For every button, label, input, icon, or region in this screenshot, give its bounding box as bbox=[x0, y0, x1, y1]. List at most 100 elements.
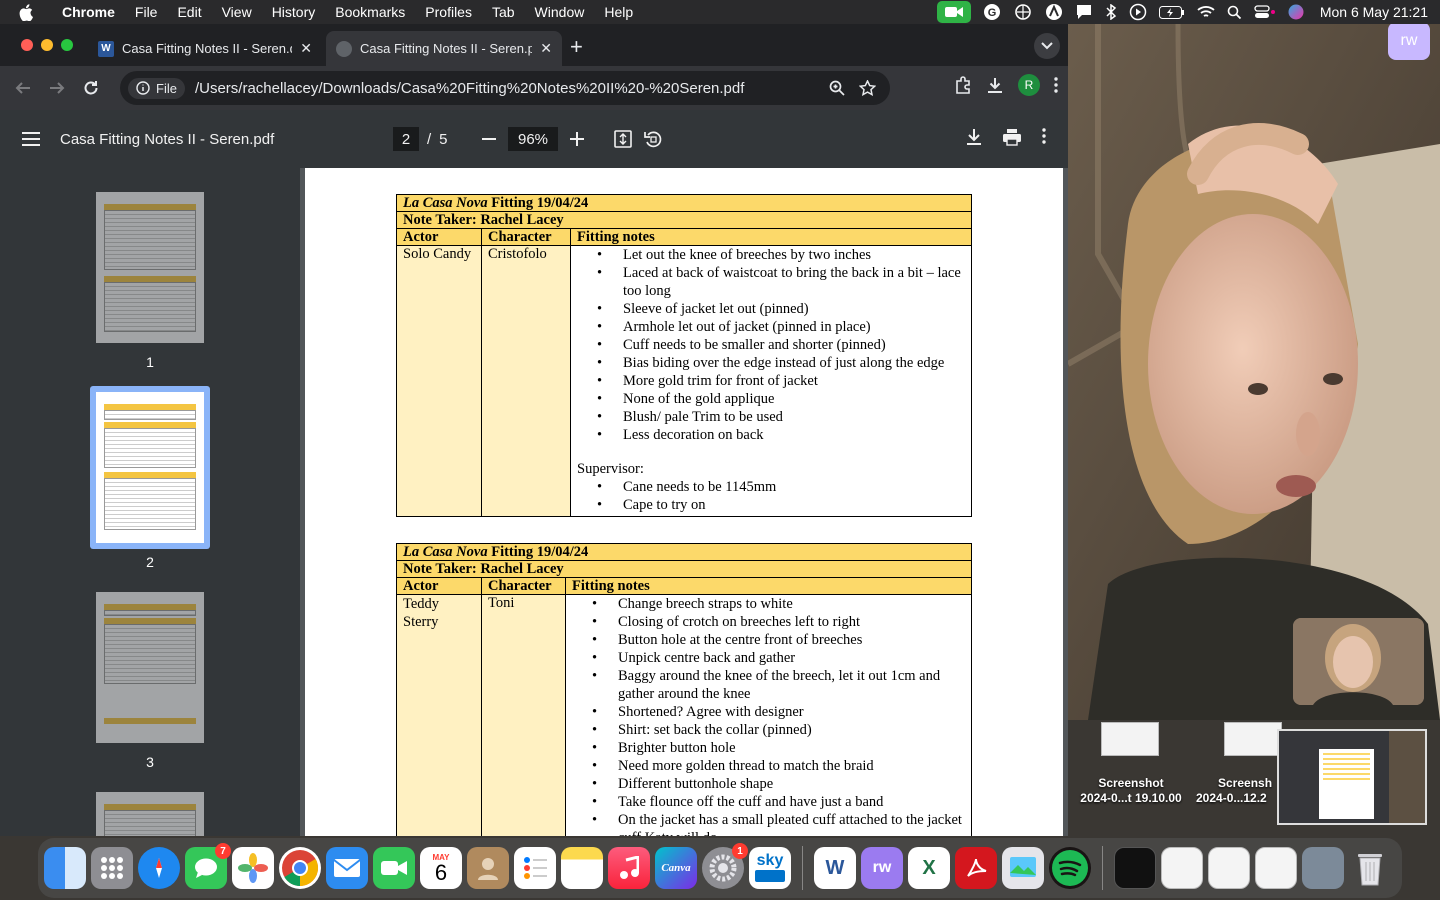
window-minimize-button[interactable] bbox=[41, 39, 53, 51]
control-center-icon[interactable] bbox=[1254, 5, 1276, 19]
menu-clock[interactable]: Mon 6 May 21:21 bbox=[1320, 4, 1428, 20]
page-number-input[interactable]: 2 bbox=[393, 127, 419, 151]
grammarly-icon[interactable]: G bbox=[983, 3, 1001, 21]
site-info-chip[interactable]: File bbox=[128, 77, 185, 99]
facetime-video-indicator-icon[interactable] bbox=[936, 1, 971, 23]
dock-rw-icon[interactable]: rw bbox=[861, 847, 903, 889]
sidebar-menu-icon[interactable] bbox=[22, 132, 40, 146]
page-thumbnail-selected[interactable] bbox=[96, 392, 204, 543]
back-arrow-icon[interactable] bbox=[6, 80, 40, 96]
bluetooth-icon[interactable] bbox=[1105, 4, 1117, 20]
bookmark-star-icon[interactable] bbox=[859, 80, 876, 96]
menu-view[interactable]: View bbox=[212, 4, 262, 20]
zoom-level-input[interactable]: 96% bbox=[508, 127, 558, 151]
page-thumbnail[interactable] bbox=[96, 592, 204, 743]
zoom-in-plus-icon[interactable] bbox=[570, 132, 584, 146]
menu-window[interactable]: Window bbox=[525, 4, 595, 20]
tab-close-icon[interactable]: ✕ bbox=[300, 40, 312, 57]
zoom-out-minus-icon[interactable] bbox=[482, 132, 496, 146]
dock-safari-icon[interactable] bbox=[138, 847, 180, 889]
tab-pdf-document[interactable]: Casa Fitting Notes II - Seren.p ✕ bbox=[326, 31, 562, 66]
tab-strip: W Casa Fitting Notes II - Seren.d ✕ Casa… bbox=[0, 24, 1068, 66]
reload-icon[interactable] bbox=[74, 80, 108, 96]
pdf-download-icon[interactable] bbox=[966, 128, 982, 146]
pdf-title: Casa Fitting Notes II - Seren.pdf bbox=[60, 130, 275, 148]
dock-system-settings-icon[interactable]: 1 bbox=[702, 843, 748, 889]
tab-word-document[interactable]: W Casa Fitting Notes II - Seren.d ✕ bbox=[88, 31, 322, 66]
profile-avatar[interactable]: R bbox=[1018, 74, 1040, 96]
rotate-icon[interactable] bbox=[644, 130, 662, 148]
screenshot-file-icon[interactable] bbox=[1101, 722, 1159, 756]
tab-search-chevron-icon[interactable] bbox=[1034, 33, 1060, 59]
chrome-menu-kebab-icon[interactable] bbox=[1054, 77, 1058, 93]
dock-recent-photo-icon[interactable] bbox=[1302, 847, 1344, 889]
address-bar[interactable]: File /Users/rachellacey/Downloads/Casa%2… bbox=[120, 71, 890, 105]
dock-photos-icon[interactable] bbox=[232, 847, 274, 889]
network-monitor-icon[interactable] bbox=[1013, 4, 1033, 20]
tab-title: Casa Fitting Notes II - Seren.p bbox=[360, 41, 533, 56]
now-playing-icon[interactable] bbox=[1129, 3, 1147, 21]
dock-excel-icon[interactable]: X bbox=[908, 847, 950, 889]
siri-icon[interactable] bbox=[1288, 4, 1304, 20]
wifi-icon[interactable] bbox=[1197, 5, 1215, 19]
dock-finder-icon[interactable] bbox=[44, 847, 86, 889]
dock-trash-icon[interactable] bbox=[1349, 847, 1391, 889]
dock-mail-icon[interactable] bbox=[326, 847, 368, 889]
vpn-icon[interactable] bbox=[1045, 3, 1063, 21]
zoom-magnifier-icon[interactable] bbox=[829, 80, 845, 96]
dock-facetime-icon[interactable] bbox=[373, 847, 415, 889]
video-frame-image bbox=[1068, 24, 1440, 720]
dock-preview-icon[interactable] bbox=[1002, 847, 1044, 889]
dock-recent-pdf-icon[interactable] bbox=[1208, 847, 1250, 889]
dock-recent-file-icon[interactable] bbox=[1255, 847, 1297, 889]
self-view-thumbnail[interactable] bbox=[1293, 618, 1424, 705]
dock-spotify-icon[interactable] bbox=[1049, 847, 1091, 889]
menu-file[interactable]: File bbox=[125, 4, 168, 20]
pdf-more-kebab-icon[interactable] bbox=[1042, 128, 1046, 146]
menu-profiles[interactable]: Profiles bbox=[415, 4, 482, 20]
download-icon[interactable] bbox=[986, 76, 1004, 94]
battery-icon[interactable] bbox=[1158, 5, 1185, 19]
dock-contacts-icon[interactable] bbox=[467, 847, 509, 889]
screenshot-preview-thumbnail[interactable] bbox=[1277, 729, 1427, 825]
rw-app-badge[interactable]: rw bbox=[1388, 22, 1430, 60]
menu-history[interactable]: History bbox=[262, 4, 326, 20]
dock-recent-document-icon[interactable] bbox=[1161, 847, 1203, 889]
apple-menu-icon[interactable] bbox=[0, 3, 52, 21]
tab-close-icon[interactable]: ✕ bbox=[540, 40, 552, 57]
print-icon[interactable] bbox=[1002, 128, 1022, 146]
dock-reminders-icon[interactable] bbox=[514, 847, 556, 889]
window-close-button[interactable] bbox=[21, 39, 33, 51]
fit-to-page-icon[interactable] bbox=[614, 130, 632, 148]
screenshot-file-icon[interactable] bbox=[1224, 722, 1282, 756]
menu-tab[interactable]: Tab bbox=[482, 4, 525, 20]
desktop-file-label[interactable]: Screensh 2024-0...12.2 bbox=[1196, 776, 1276, 806]
dock-notes-icon[interactable] bbox=[561, 847, 603, 889]
page-thumbnail[interactable] bbox=[96, 792, 204, 836]
extensions-puzzle-icon[interactable] bbox=[954, 76, 972, 94]
url-text[interactable]: /Users/rachellacey/Downloads/Casa%20Fitt… bbox=[195, 80, 829, 97]
dock-recent-window-icon[interactable] bbox=[1114, 847, 1156, 889]
dock-acrobat-icon[interactable] bbox=[955, 847, 997, 889]
dock-calendar-icon[interactable]: MAY 6 bbox=[420, 847, 462, 889]
menu-app-chrome[interactable]: Chrome bbox=[52, 4, 125, 20]
menu-edit[interactable]: Edit bbox=[167, 4, 211, 20]
dock-launchpad-icon[interactable] bbox=[91, 847, 133, 889]
message-app-icon[interactable] bbox=[1075, 3, 1093, 21]
menu-bookmarks[interactable]: Bookmarks bbox=[325, 4, 415, 20]
desktop-file-label[interactable]: Screenshot 2024-0...t 19.10.00 bbox=[1072, 776, 1190, 806]
new-tab-plus-icon[interactable]: + bbox=[570, 34, 583, 60]
window-zoom-button[interactable] bbox=[61, 39, 73, 51]
dock-word-icon[interactable]: W bbox=[814, 847, 856, 889]
pdf-viewer[interactable]: La Casa Nova Fitting 19/04/24 Note Taker… bbox=[300, 168, 1068, 836]
browser-toolbar: File /Users/rachellacey/Downloads/Casa%2… bbox=[0, 66, 1068, 110]
dock-sky-go-icon[interactable]: sky bbox=[749, 847, 791, 889]
dock-music-icon[interactable] bbox=[608, 847, 650, 889]
dock-messages-icon[interactable]: 7 bbox=[185, 843, 231, 889]
spotlight-search-icon[interactable] bbox=[1227, 5, 1242, 20]
dock-canva-icon[interactable]: Canva bbox=[655, 847, 697, 889]
page-thumbnail[interactable] bbox=[96, 192, 204, 343]
forward-arrow-icon[interactable] bbox=[40, 80, 74, 96]
menu-help[interactable]: Help bbox=[594, 4, 643, 20]
dock-chrome-icon[interactable] bbox=[279, 847, 321, 889]
